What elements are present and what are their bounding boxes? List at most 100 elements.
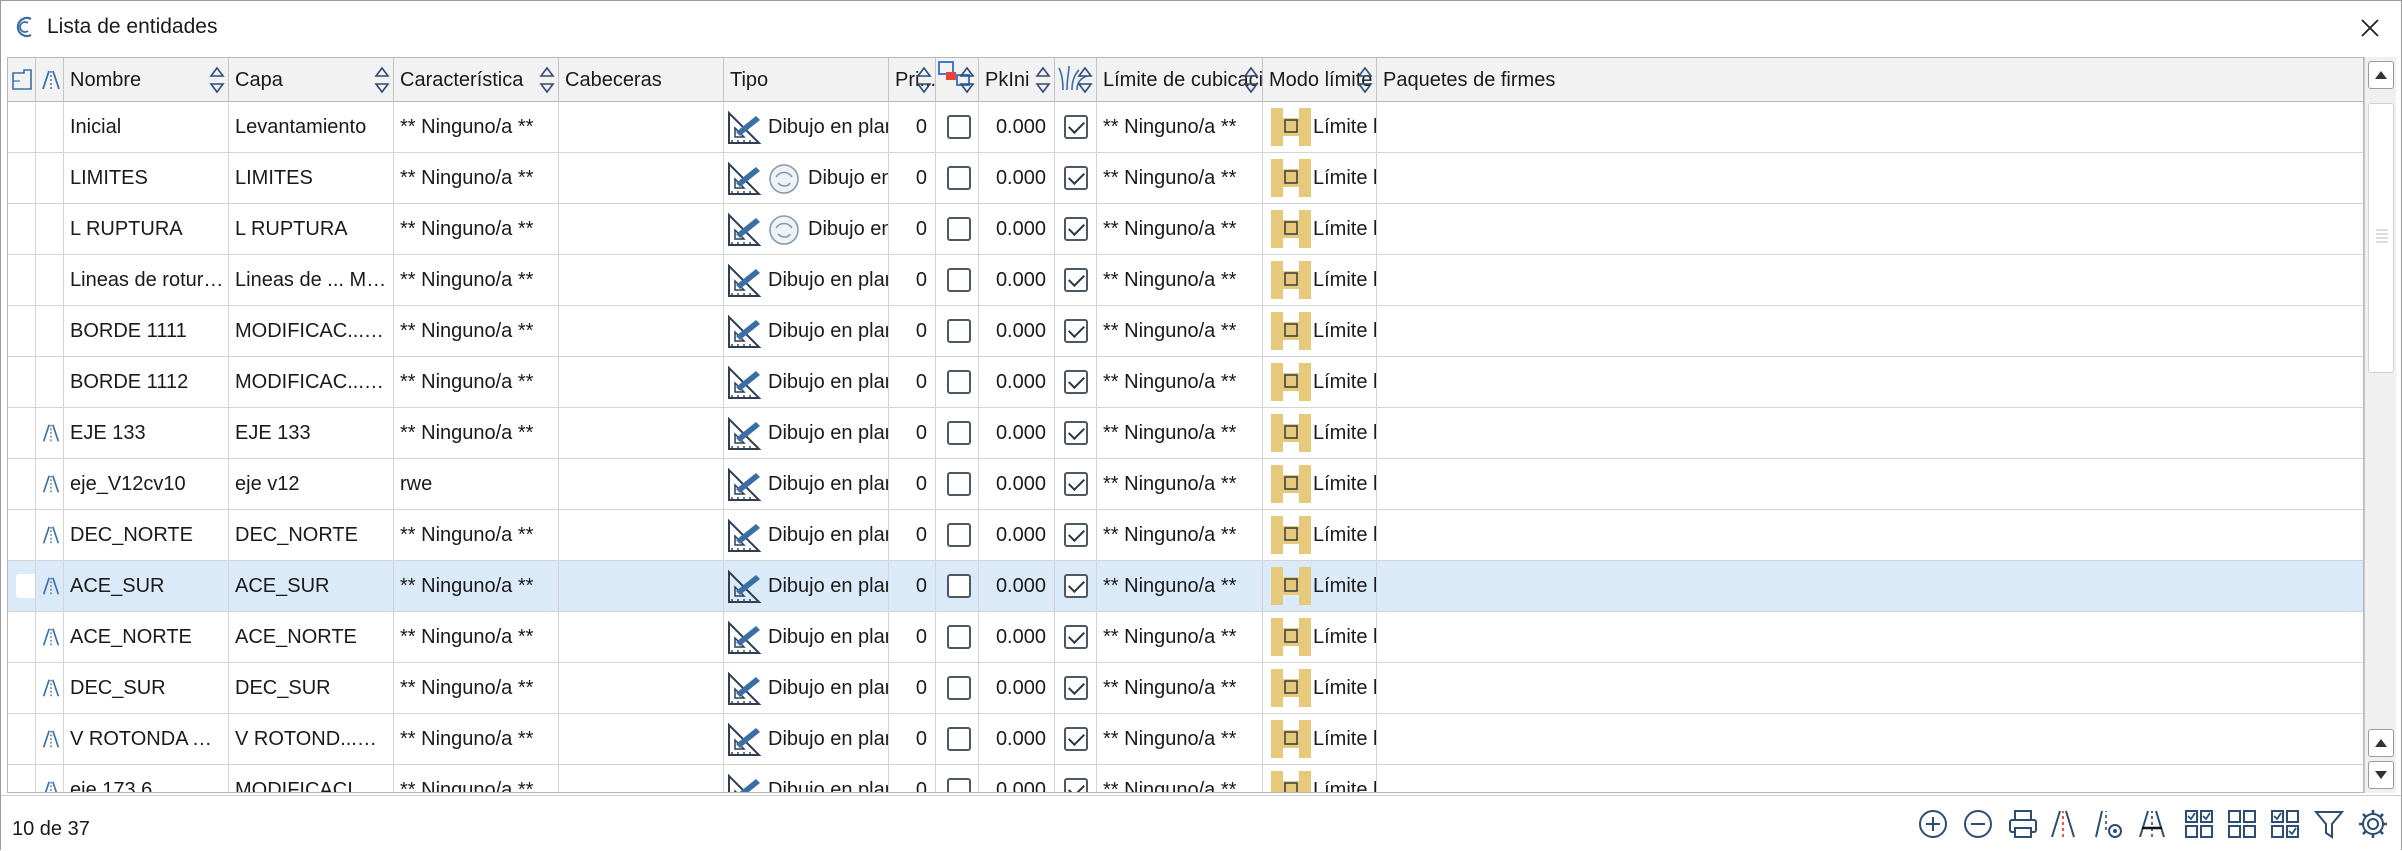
row-axis-cell[interactable]	[36, 561, 64, 611]
name-cell[interactable]: Lineas de rotura sin unir...	[64, 255, 229, 305]
priority-cell[interactable]: 0	[889, 510, 936, 560]
type-cell[interactable]: Dibujo en planta 2D...	[724, 663, 889, 713]
row-axis-cell[interactable]	[36, 459, 64, 509]
limit-mode-cell[interactable]: Límite local	[1263, 714, 1377, 764]
select-cell[interactable]	[936, 357, 979, 407]
select-checkbox[interactable]	[947, 727, 971, 751]
scrollbar-thumb[interactable]	[2368, 103, 2394, 373]
type-cell[interactable]: Dibujo en planta 2D...	[724, 102, 889, 152]
header-cabeceras[interactable]: Cabeceras	[559, 58, 724, 102]
select-cell[interactable]	[936, 510, 979, 560]
pavement-cell[interactable]	[1377, 408, 2363, 458]
headers-cell[interactable]	[559, 255, 724, 305]
cut-limit-cell[interactable]: ** Ninguno/a **	[1097, 612, 1263, 662]
pk-start-cell[interactable]: 0.000	[979, 306, 1055, 356]
row-axis-cell[interactable]	[36, 204, 64, 254]
select-cell[interactable]	[936, 765, 979, 792]
visible-cell[interactable]	[1055, 204, 1097, 254]
pk-start-cell[interactable]: 0.000	[979, 714, 1055, 764]
header-tipo[interactable]: Tipo	[724, 58, 889, 102]
type-cell[interactable]: Dibujo en planta 2D...	[724, 765, 889, 792]
limit-mode-cell[interactable]: Límite local	[1263, 102, 1377, 152]
select-cell[interactable]	[936, 663, 979, 713]
row-state-cell[interactable]	[8, 102, 36, 152]
cut-limit-cell[interactable]: ** Ninguno/a **	[1097, 102, 1263, 152]
visible-checkbox[interactable]	[1064, 370, 1088, 394]
pavement-cell[interactable]	[1377, 357, 2363, 407]
table-row[interactable]: LIMITESLIMITES** Ninguno/a **Dibujo en p…	[8, 153, 2363, 204]
visible-cell[interactable]	[1055, 714, 1097, 764]
type-cell[interactable]: Dibujo en plant...	[724, 204, 889, 254]
type-cell[interactable]: Dibujo en planta 2D...	[724, 510, 889, 560]
visible-checkbox[interactable]	[1064, 625, 1088, 649]
scroll-down-button[interactable]	[2368, 761, 2394, 789]
name-cell[interactable]: DEC_SUR	[64, 663, 229, 713]
visible-cell[interactable]	[1055, 408, 1097, 458]
vertical-scrollbar[interactable]	[2364, 57, 2396, 793]
feature-cell[interactable]: ** Ninguno/a **	[394, 357, 559, 407]
header-paquetes[interactable]: Paquetes de firmes	[1377, 58, 2363, 102]
visible-checkbox[interactable]	[1064, 166, 1088, 190]
priority-cell[interactable]: 0	[889, 663, 936, 713]
cut-limit-cell[interactable]: ** Ninguno/a **	[1097, 714, 1263, 764]
table-row[interactable]: V ROTONDA AEROPU...V ROTOND...ROPUERTO**…	[8, 714, 2363, 765]
type-cell[interactable]: Dibujo en planta 2D...	[724, 255, 889, 305]
headers-cell[interactable]	[559, 612, 724, 662]
name-cell[interactable]: eje_V12cv10	[64, 459, 229, 509]
scroll-page-down-button[interactable]	[2368, 729, 2394, 757]
priority-cell[interactable]: 0	[889, 357, 936, 407]
select-cell[interactable]	[936, 204, 979, 254]
pavement-cell[interactable]	[1377, 153, 2363, 203]
layer-cell[interactable]: eje v12	[229, 459, 394, 509]
layer-cell[interactable]: ACE_SUR	[229, 561, 394, 611]
limit-mode-cell[interactable]: Límite local	[1263, 408, 1377, 458]
name-cell[interactable]: ACE_SUR	[64, 561, 229, 611]
limit-mode-cell[interactable]: Límite local	[1263, 255, 1377, 305]
select-checkbox[interactable]	[947, 319, 971, 343]
scroll-up-button[interactable]	[2368, 61, 2394, 89]
table-row[interactable]: ACE_NORTE ACE_NORTE ** Ninguno/a ** Dibujo …	[8, 612, 2363, 663]
select-checkbox[interactable]	[947, 472, 971, 496]
feature-cell[interactable]: ** Ninguno/a **	[394, 255, 559, 305]
table-row[interactable]: DEC_NORTE DEC_NORTE ** Ninguno/a ** Dibujo …	[8, 510, 2363, 561]
priority-cell[interactable]: 0	[889, 765, 936, 792]
invert-check-button[interactable]	[2265, 804, 2305, 844]
name-cell[interactable]: ACE_NORTE	[64, 612, 229, 662]
visible-checkbox[interactable]	[1064, 727, 1088, 751]
headers-cell[interactable]	[559, 459, 724, 509]
pavement-cell[interactable]	[1377, 561, 2363, 611]
headers-cell[interactable]	[559, 765, 724, 792]
headers-cell[interactable]	[559, 357, 724, 407]
axis-button[interactable]	[2043, 804, 2083, 844]
select-cell[interactable]	[936, 153, 979, 203]
visible-cell[interactable]	[1055, 561, 1097, 611]
row-axis-cell[interactable]	[36, 153, 64, 203]
priority-cell[interactable]: 0	[889, 612, 936, 662]
cut-limit-cell[interactable]: ** Ninguno/a **	[1097, 663, 1263, 713]
pk-start-cell[interactable]: 0.000	[979, 102, 1055, 152]
table-row[interactable]: L RUPTURA L RUPTURA ** Ninguno/a ** Dibujo …	[8, 204, 2363, 255]
select-checkbox[interactable]	[947, 370, 971, 394]
cut-limit-cell[interactable]: ** Ninguno/a **	[1097, 765, 1263, 792]
header-capa[interactable]: Capa	[229, 58, 394, 102]
check-all-button[interactable]	[2179, 804, 2219, 844]
priority-cell[interactable]: 0	[889, 102, 936, 152]
axis-settings-button[interactable]	[2088, 804, 2128, 844]
row-state-cell[interactable]	[8, 408, 36, 458]
remove-button[interactable]	[1958, 804, 1998, 844]
headers-cell[interactable]	[559, 714, 724, 764]
select-cell[interactable]	[936, 306, 979, 356]
pk-start-cell[interactable]: 0.000	[979, 612, 1055, 662]
priority-cell[interactable]: 0	[889, 561, 936, 611]
select-checkbox[interactable]	[947, 523, 971, 547]
visible-cell[interactable]	[1055, 765, 1097, 792]
row-state-cell[interactable]	[8, 255, 36, 305]
feature-cell[interactable]: ** Ninguno/a **	[394, 714, 559, 764]
row-state-cell[interactable]	[8, 765, 36, 792]
select-checkbox[interactable]	[947, 778, 971, 792]
visible-checkbox[interactable]	[1064, 676, 1088, 700]
row-state-cell[interactable]	[8, 561, 36, 611]
feature-cell[interactable]: ** Ninguno/a **	[394, 153, 559, 203]
row-axis-cell[interactable]	[36, 612, 64, 662]
select-cell[interactable]	[936, 102, 979, 152]
